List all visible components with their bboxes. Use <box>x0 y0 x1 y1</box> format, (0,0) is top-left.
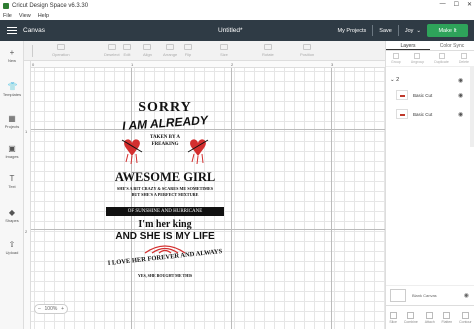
size-field[interactable]: Size <box>220 44 228 57</box>
plus-icon: + <box>9 48 15 57</box>
layer-item[interactable]: Basic Cut <box>396 90 432 100</box>
minimize-button[interactable]: — <box>440 1 446 8</box>
app-logo-icon <box>3 2 9 9</box>
document-title[interactable]: Untitled* <box>218 27 243 34</box>
design-text-bought: YES, SHE BOUGHT ME THIS <box>137 273 193 278</box>
position-field[interactable]: Position <box>300 44 314 57</box>
design-text-perfect-mixture: BUT SHE'S A PERFECT MIXTURE <box>131 192 199 197</box>
eye-icon[interactable]: ◉ <box>458 77 463 84</box>
rotate-field[interactable]: Rotate <box>262 44 274 57</box>
zoom-control: – 100% + <box>34 304 68 314</box>
slice-button[interactable]: Slice <box>389 311 397 324</box>
eye-icon[interactable]: ◉ <box>464 292 469 299</box>
text-icon: T <box>9 174 15 183</box>
deselect-button[interactable]: Deselect <box>104 44 120 57</box>
layer-group-count: 2 <box>396 77 400 83</box>
sidebar-item-text[interactable]: T Text <box>0 174 24 190</box>
layers-panel: Layers Color Sync Group Ungroup Duplicat… <box>385 41 474 329</box>
flatten-button[interactable]: Flatten <box>442 311 452 324</box>
window-controls: — ☐ ✕ <box>440 1 472 8</box>
contour-button[interactable]: Contour <box>459 311 472 324</box>
hamburger-menu-icon[interactable] <box>7 27 17 34</box>
app-window: Cricut Design Space v6.3.30 — ☐ ✕ File V… <box>0 0 474 329</box>
zoom-in-button[interactable]: + <box>61 306 64 312</box>
layer-thumbnail <box>396 109 408 119</box>
maximize-button[interactable]: ☐ <box>454 1 459 8</box>
eye-icon[interactable]: ◉ <box>458 92 463 99</box>
my-projects-link[interactable]: My Projects <box>338 28 367 34</box>
design-artwork[interactable]: SORRY I AM ALREADY TAKEN BY A FREAKING A… <box>96 96 234 306</box>
chevron-down-icon[interactable]: ⌄ <box>416 28 421 34</box>
edit-button[interactable]: Edit <box>123 44 131 57</box>
image-icon: ▣ <box>8 144 16 153</box>
make-it-button[interactable]: Make It <box>427 24 468 37</box>
sidebar-item-projects[interactable]: ▦ Projects <box>0 114 24 130</box>
arrange-button[interactable]: Arrange <box>163 44 177 57</box>
hearts-graphic <box>121 139 209 165</box>
menu-bar: File View Help <box>0 11 474 20</box>
blank-canvas-thumbnail <box>390 289 406 302</box>
blank-canvas-layer[interactable]: Blank Canvas ◉ <box>386 285 474 305</box>
upload-icon: ⇧ <box>8 240 16 249</box>
layer-thumbnail <box>396 90 408 100</box>
design-text-king: I'm her king <box>138 219 192 230</box>
align-button[interactable]: Align <box>143 44 152 57</box>
combine-button[interactable]: Combine <box>404 311 418 324</box>
ungroup-button[interactable]: Ungroup <box>411 53 424 64</box>
design-text-awesome-girl: AWESOME GIRL <box>114 170 216 184</box>
sidebar-item-templates[interactable]: 👕 Templates <box>0 82 24 98</box>
operation-dropdown[interactable]: Operation <box>52 44 70 57</box>
layer-item[interactable]: Basic Cut <box>396 109 432 119</box>
group-button[interactable]: Group <box>391 53 401 64</box>
machine-select[interactable]: Joy <box>405 28 414 34</box>
sidebar-item-new[interactable]: + New <box>0 48 24 64</box>
sidebar-item-images[interactable]: ▣ Images <box>0 144 24 160</box>
menu-view[interactable]: View <box>19 13 31 19</box>
grid-icon: ▦ <box>8 114 16 123</box>
eye-icon[interactable]: ◉ <box>458 111 463 118</box>
section-label: Canvas <box>23 27 46 34</box>
shapes-icon: ◆ <box>8 208 16 217</box>
flip-button[interactable]: Flip <box>184 44 192 57</box>
os-title-bar: Cricut Design Space v6.3.30 — ☐ ✕ <box>0 0 474 11</box>
panel-bottom-toolbar: Slice Combine Attach Flatten Contour <box>386 305 474 329</box>
sidebar-item-shapes[interactable]: ◆ Shapes <box>0 208 24 224</box>
chevron-down-icon[interactable]: ⌄ <box>390 77 395 83</box>
menu-help[interactable]: Help <box>38 13 49 19</box>
ruler-top: 0 1 2 3 <box>31 61 385 68</box>
save-button[interactable]: Save <box>379 28 392 34</box>
sidebar-item-upload[interactable]: ⇧ Upload <box>0 240 24 256</box>
left-sidebar: + New 👕 Templates ▦ Projects ▣ Images T Text … <box>0 41 24 329</box>
delete-button[interactable]: Delete <box>459 53 469 64</box>
tab-layers[interactable]: Layers <box>386 41 430 50</box>
layer-group[interactable]: ⌄ 2 <box>390 77 399 83</box>
window-title: Cricut Design Space v6.3.30 <box>12 2 89 9</box>
tab-color-sync[interactable]: Color Sync <box>430 41 474 50</box>
attach-button[interactable]: Attach <box>425 311 435 324</box>
app-header: Canvas Untitled* My Projects Save Joy ⌄ … <box>0 20 474 41</box>
design-text-my-life: AND SHE IS MY LIFE <box>115 231 215 242</box>
ruler-left: 1 2 <box>24 61 31 329</box>
shirt-icon: 👕 <box>7 82 18 91</box>
zoom-level: 100% <box>44 306 58 312</box>
design-text-crazy: SHE'S A BIT CRAZY & SCARES ME SOMETIMES <box>116 186 214 191</box>
edit-toolbar: ↶ ↷ Operation Deselect Edit Align Arrang… <box>0 41 385 61</box>
zoom-out-button[interactable]: – <box>38 306 41 312</box>
duplicate-button[interactable]: Duplicate <box>434 53 449 64</box>
panel-scrollbar[interactable] <box>470 67 474 147</box>
menu-file[interactable]: File <box>3 13 12 19</box>
close-button[interactable]: ✕ <box>467 1 472 8</box>
design-banner: OF SUNSHINE AND HURRICANE <box>106 207 224 216</box>
